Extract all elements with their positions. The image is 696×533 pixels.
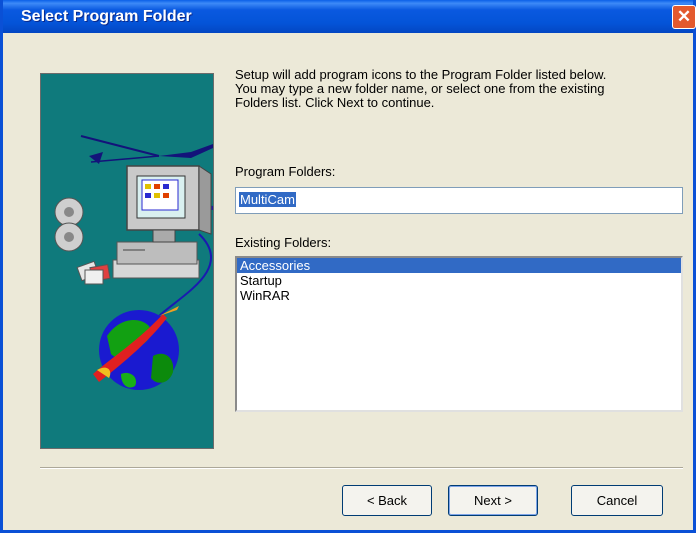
close-icon: ✕ bbox=[676, 7, 692, 26]
list-item-accessories[interactable]: Accessories bbox=[237, 258, 681, 273]
program-folder-input[interactable]: MultiCam bbox=[235, 187, 683, 214]
cancel-button[interactable]: Cancel bbox=[571, 485, 663, 516]
back-button[interactable]: < Back bbox=[342, 485, 432, 516]
list-item-winrar[interactable]: WinRAR bbox=[237, 288, 681, 303]
list-item-startup[interactable]: Startup bbox=[237, 273, 681, 288]
footer-divider bbox=[40, 467, 683, 469]
program-folders-label: Program Folders: bbox=[235, 164, 336, 179]
setup-illustration bbox=[40, 73, 214, 449]
title-bar[interactable]: Select Program Folder ✕ bbox=[3, 0, 696, 33]
dialog-title: Select Program Folder bbox=[21, 8, 192, 25]
close-button[interactable]: ✕ bbox=[672, 5, 696, 29]
setup-dialog: Select Program Folder ✕ Setup will add p… bbox=[0, 0, 696, 533]
program-folder-value: MultiCam bbox=[239, 192, 296, 207]
next-button[interactable]: Next > bbox=[448, 485, 538, 516]
existing-folders-list[interactable]: Accessories Startup WinRAR bbox=[235, 256, 683, 412]
instructions-text: Setup will add program icons to the Prog… bbox=[235, 67, 607, 110]
computer-globe-illustration bbox=[54, 135, 213, 390]
existing-folders-label: Existing Folders: bbox=[235, 235, 332, 250]
